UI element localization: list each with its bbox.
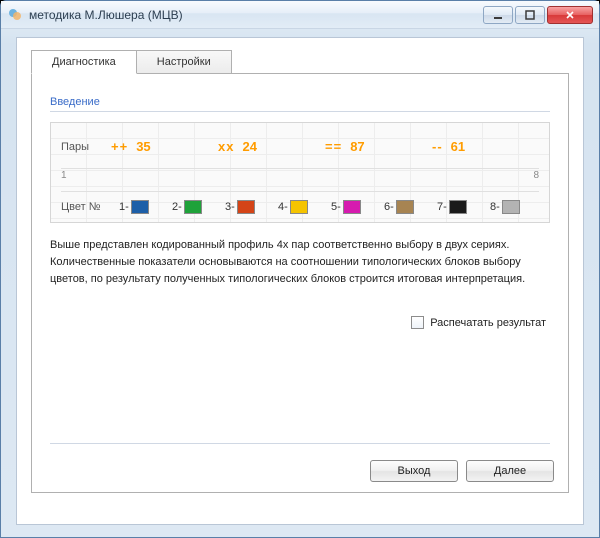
- color-row-label: Цвет №: [61, 201, 119, 213]
- profile-grid: Пары ++ 35 xx 24 == 87 -- 6: [50, 122, 550, 223]
- color-item-4: 4-: [278, 200, 327, 214]
- app-window: методика М.Люшера (МЦВ) Диагностика Наст…: [0, 0, 600, 538]
- window-title: методика М.Люшера (МЦВ): [29, 8, 483, 22]
- print-checkbox-row: Распечатать результат: [50, 316, 550, 329]
- exit-button[interactable]: Выход: [370, 460, 458, 482]
- color-swatch: [131, 200, 149, 214]
- pair-symbol: --: [432, 139, 443, 154]
- pair-value: 35: [136, 139, 150, 154]
- color-swatch: [237, 200, 255, 214]
- color-num: 5-: [331, 201, 341, 213]
- color-item-7: 7-: [437, 200, 486, 214]
- minimize-button[interactable]: [483, 6, 513, 24]
- color-row: Цвет № 1- 2- 3- 4- 5- 6- 7- 8-: [61, 191, 539, 216]
- color-num: 1-: [119, 201, 129, 213]
- pair-symbol: ++: [111, 139, 128, 154]
- color-item-3: 3-: [225, 200, 274, 214]
- color-num: 3-: [225, 201, 235, 213]
- color-num: 8-: [490, 201, 500, 213]
- tab-panel: Введение Пары ++ 35 xx 24 == 87: [31, 73, 569, 493]
- tab-bar: Диагностика Настройки: [31, 50, 569, 73]
- tab-diagnostics[interactable]: Диагностика: [31, 50, 137, 74]
- color-item-6: 6-: [384, 200, 433, 214]
- color-item-8: 8-: [490, 200, 539, 214]
- section-heading: Введение: [50, 96, 550, 108]
- color-num: 7-: [437, 201, 447, 213]
- pair-item-2: xx 24: [218, 139, 325, 154]
- pair-value: 61: [451, 139, 465, 154]
- print-checkbox-label: Распечатать результат: [430, 317, 546, 329]
- pairs-label: Пары: [61, 141, 111, 153]
- pair-value: 24: [242, 139, 256, 154]
- axis-left: 1: [61, 170, 67, 181]
- color-swatch: [502, 200, 520, 214]
- axis-row: 1 8: [61, 168, 539, 191]
- axis-right: 8: [533, 170, 539, 181]
- color-num: 6-: [384, 201, 394, 213]
- pair-item-3: == 87: [325, 139, 432, 154]
- description-text: Выше представлен кодированный профиль 4х…: [50, 237, 550, 288]
- window-controls: [483, 6, 593, 24]
- color-item-5: 5-: [331, 200, 380, 214]
- pair-item-1: ++ 35: [111, 139, 218, 154]
- dialog-buttons: Выход Далее: [370, 460, 554, 482]
- tab-settings[interactable]: Настройки: [136, 50, 232, 73]
- color-swatch: [396, 200, 414, 214]
- color-swatch: [449, 200, 467, 214]
- color-num: 2-: [172, 201, 182, 213]
- client-area: Диагностика Настройки Введение Пары ++ 3…: [16, 37, 584, 525]
- color-swatch: [290, 200, 308, 214]
- pair-value: 87: [350, 139, 364, 154]
- pair-symbol: xx: [218, 139, 234, 154]
- app-icon: [7, 7, 23, 23]
- pairs-row: Пары ++ 35 xx 24 == 87 -- 6: [61, 131, 539, 168]
- color-num: 4-: [278, 201, 288, 213]
- color-swatch: [184, 200, 202, 214]
- pair-item-4: -- 61: [432, 139, 539, 154]
- pair-symbol: ==: [325, 139, 342, 154]
- divider: [50, 443, 550, 444]
- color-items: 1- 2- 3- 4- 5- 6- 7- 8-: [119, 200, 539, 214]
- titlebar: методика М.Люшера (МЦВ): [1, 1, 599, 29]
- print-checkbox[interactable]: [411, 316, 424, 329]
- maximize-button[interactable]: [515, 6, 545, 24]
- next-button[interactable]: Далее: [466, 460, 554, 482]
- color-item-2: 2-: [172, 200, 221, 214]
- divider: [50, 111, 550, 112]
- color-swatch: [343, 200, 361, 214]
- color-item-1: 1-: [119, 200, 168, 214]
- close-button[interactable]: [547, 6, 593, 24]
